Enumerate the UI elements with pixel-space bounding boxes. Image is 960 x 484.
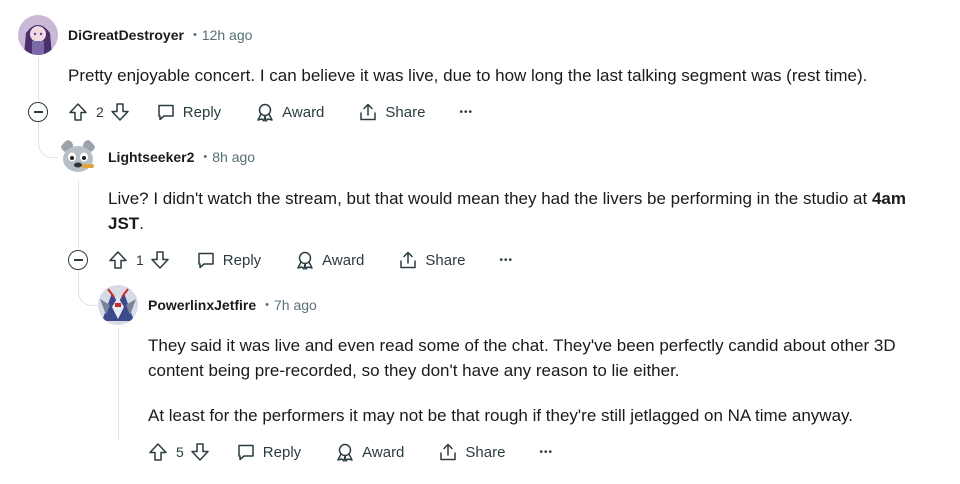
comment-meta: DiGreatDestroyer • 12h ago: [68, 25, 252, 45]
comment-paragraph: At least for the performers it may not b…: [148, 406, 853, 425]
more-options-button[interactable]: •••: [499, 255, 513, 266]
share-label: Share: [385, 103, 426, 121]
vote-score: 1: [136, 252, 144, 268]
body-text-end: .: [139, 214, 144, 233]
reply-icon: [238, 444, 254, 461]
award-icon: [337, 443, 353, 462]
comment-meta: PowerlinxJetfire • 7h ago: [148, 295, 317, 315]
separator-dot: •: [203, 151, 208, 163]
reply-button[interactable]: Reply: [196, 250, 261, 270]
body-text: Live? I didn't watch the stream, but tha…: [108, 189, 872, 208]
downvote-icon: [111, 103, 129, 121]
comment-actions: 2 Reply Award Share •••: [68, 100, 473, 124]
award-label: Award: [362, 443, 405, 461]
thread-elbow-2: [78, 270, 100, 306]
comment-body: Live? I didn't watch the stream, but tha…: [108, 186, 944, 236]
upvote-icon: [149, 443, 167, 461]
vote-score: 5: [176, 444, 184, 460]
author-name[interactable]: DiGreatDestroyer: [68, 27, 184, 43]
upvote-button[interactable]: [148, 442, 168, 462]
share-label: Share: [425, 251, 466, 269]
downvote-icon: [151, 251, 169, 269]
share-button[interactable]: Share: [398, 250, 465, 270]
more-options-button[interactable]: •••: [459, 107, 473, 118]
award-label: Award: [282, 103, 325, 121]
reply-label: Reply: [222, 251, 262, 269]
avatar[interactable]: [18, 15, 58, 55]
reply-label: Reply: [182, 103, 222, 121]
downvote-button[interactable]: [110, 102, 130, 122]
timestamp[interactable]: 8h ago: [212, 149, 255, 165]
snoo-mascot-avatar-icon: [58, 137, 98, 177]
award-button[interactable]: Award: [255, 102, 324, 122]
thread-elbow-1: [38, 122, 60, 158]
reply-button[interactable]: Reply: [236, 442, 301, 462]
downvote-button[interactable]: [190, 442, 210, 462]
upvote-button[interactable]: [108, 250, 128, 270]
author-name[interactable]: Lightseeker2: [108, 149, 194, 165]
award-icon: [297, 251, 313, 270]
vote-score: 2: [96, 104, 104, 120]
comment-body: Pretty enjoyable concert. I can believe …: [68, 63, 948, 88]
award-button[interactable]: Award: [295, 250, 364, 270]
reply-label: Reply: [262, 443, 302, 461]
separator-dot: •: [192, 29, 197, 41]
avatar[interactable]: [98, 285, 138, 325]
timestamp[interactable]: 12h ago: [202, 27, 253, 43]
mech-robot-avatar-icon: [98, 285, 138, 325]
award-button[interactable]: Award: [335, 442, 404, 462]
comment-actions: 1 Reply Award Share •••: [108, 248, 513, 272]
upvote-icon: [69, 103, 87, 121]
comment-paragraph: Pretty enjoyable concert. I can believe …: [68, 66, 868, 85]
share-icon: [440, 443, 457, 461]
purple-anime-avatar-icon: [18, 15, 58, 55]
reply-icon: [158, 104, 174, 121]
separator-dot: •: [265, 299, 270, 311]
author-name[interactable]: PowerlinxJetfire: [148, 297, 256, 313]
comment-body: They said it was live and even read some…: [148, 333, 938, 428]
more-options-button[interactable]: •••: [539, 447, 553, 458]
thread-line-1: [38, 58, 39, 101]
comment-paragraph: Live? I didn't watch the stream, but tha…: [108, 186, 944, 236]
timestamp[interactable]: 7h ago: [274, 297, 317, 313]
upvote-button[interactable]: [68, 102, 88, 122]
share-icon: [360, 103, 377, 121]
share-label: Share: [465, 443, 506, 461]
share-button[interactable]: Share: [358, 102, 425, 122]
thread-line-2: [78, 180, 79, 249]
award-label: Award: [322, 251, 365, 269]
award-icon: [257, 103, 273, 122]
share-icon: [400, 251, 417, 269]
comment-meta: Lightseeker2 • 8h ago: [108, 147, 255, 167]
share-button[interactable]: Share: [438, 442, 505, 462]
collapse-button[interactable]: [28, 102, 48, 122]
upvote-icon: [109, 251, 127, 269]
downvote-button[interactable]: [150, 250, 170, 270]
downvote-icon: [191, 443, 209, 461]
reply-icon: [198, 252, 214, 269]
collapse-button[interactable]: [68, 250, 88, 270]
comment-paragraph: They said it was live and even read some…: [148, 336, 896, 380]
thread-line-3: [118, 328, 119, 440]
avatar[interactable]: [58, 137, 98, 177]
comment-actions: 5 Reply Award Share •••: [148, 440, 553, 464]
reply-button[interactable]: Reply: [156, 102, 221, 122]
